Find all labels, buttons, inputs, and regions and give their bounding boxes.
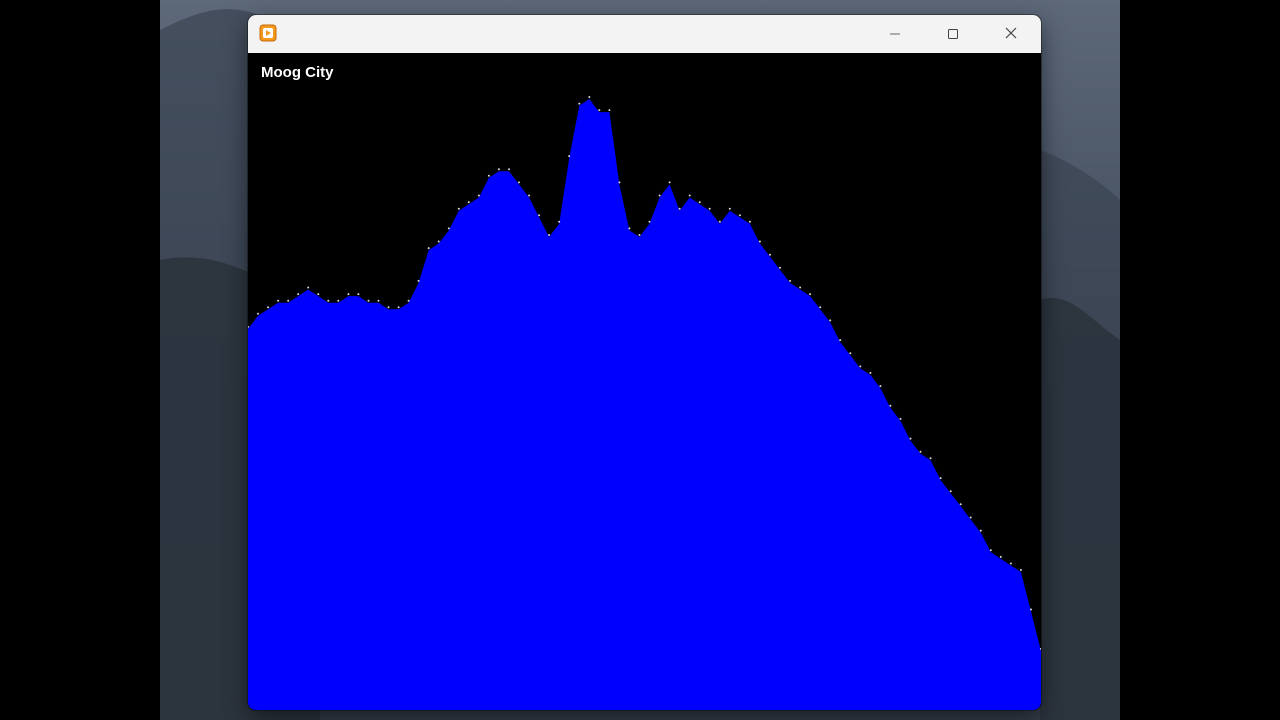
peak-dot	[979, 529, 982, 532]
visualizer-canvas: Moog City	[248, 53, 1041, 710]
peak-dot	[618, 181, 621, 184]
peak-dot	[809, 293, 812, 296]
peak-dot	[1019, 569, 1022, 571]
peak-dot	[277, 299, 280, 302]
peak-dot	[738, 214, 741, 217]
peak-dot	[267, 306, 270, 309]
peak-dot	[307, 286, 310, 289]
peak-dot	[849, 352, 852, 355]
peak-dot	[1009, 562, 1012, 565]
peak-dot	[658, 194, 661, 197]
peak-dot	[248, 325, 249, 328]
peak-dot	[708, 207, 711, 210]
peak-dot	[758, 240, 761, 243]
peak-dot	[477, 194, 480, 197]
peak-dot	[718, 220, 721, 223]
peak-dot	[487, 174, 490, 177]
peak-dot	[508, 168, 510, 171]
peak-dot	[929, 457, 932, 460]
peak-dot	[427, 247, 430, 250]
peak-dot	[999, 555, 1002, 558]
peak-dot	[588, 96, 591, 98]
peak-dot	[648, 220, 651, 223]
peak-dot	[598, 109, 601, 112]
peak-dot	[538, 214, 541, 217]
peak-dot	[558, 220, 561, 223]
peak-dot	[638, 234, 641, 236]
close-icon	[1004, 25, 1018, 44]
peak-dot	[799, 286, 802, 289]
minimize-button[interactable]	[866, 15, 924, 53]
peak-dot	[839, 339, 842, 342]
peak-dot	[789, 279, 792, 282]
peak-dot	[437, 240, 440, 243]
peak-dot	[678, 207, 681, 210]
peak-dot	[909, 437, 912, 440]
peak-dot	[377, 299, 380, 302]
peak-dot	[769, 253, 771, 256]
peak-dot	[969, 516, 972, 519]
peak-dot	[879, 385, 882, 388]
peak-dot	[919, 450, 922, 453]
peak-dot	[939, 477, 942, 480]
peak-dot	[407, 299, 410, 302]
maximize-icon	[947, 25, 959, 44]
peak-dot	[367, 299, 370, 302]
spectrum-area	[248, 99, 1041, 710]
peak-dot	[397, 306, 400, 309]
peak-dot	[668, 181, 671, 184]
peak-dot	[628, 227, 631, 230]
peak-dot	[959, 503, 962, 506]
peak-dot	[899, 417, 902, 420]
peak-dot	[779, 266, 781, 269]
peak-dot	[317, 293, 320, 296]
peak-dot	[829, 319, 832, 322]
peak-dot	[528, 194, 531, 197]
peak-dot	[287, 299, 290, 302]
peak-dot	[257, 312, 259, 315]
peak-dot	[447, 227, 450, 230]
peak-dot	[467, 201, 470, 204]
track-title: Moog City	[261, 64, 334, 81]
peak-dot	[337, 299, 340, 302]
peak-dot	[608, 109, 611, 112]
peak-dot	[578, 102, 581, 105]
peak-dot	[548, 234, 551, 236]
peak-dot	[728, 207, 731, 210]
peak-dot	[819, 306, 822, 309]
minimize-icon	[889, 25, 901, 44]
peak-dot	[989, 549, 992, 552]
peak-dot	[347, 293, 350, 296]
peak-dot	[357, 293, 360, 296]
peak-dot	[417, 279, 420, 282]
peak-dot	[568, 155, 571, 158]
media-player-icon	[259, 24, 277, 42]
spectrum-graph	[248, 96, 1041, 710]
peak-dot	[748, 220, 751, 223]
peak-dot	[859, 365, 862, 368]
peak-dot	[688, 194, 691, 197]
visualizer-window: Moog City	[248, 15, 1041, 710]
title-bar[interactable]	[248, 15, 1041, 53]
peak-dot	[698, 201, 701, 204]
peak-dot	[949, 490, 952, 493]
peak-dot	[518, 181, 520, 184]
peak-dot	[889, 404, 892, 407]
maximize-button[interactable]	[924, 15, 982, 53]
close-button[interactable]	[982, 15, 1040, 53]
peak-dot	[327, 299, 330, 302]
peak-dot	[1030, 608, 1032, 611]
peak-dot	[387, 306, 390, 309]
peak-dot	[457, 207, 460, 210]
peak-dot	[497, 168, 500, 171]
peak-dot	[297, 293, 300, 296]
peak-dot	[869, 371, 872, 374]
